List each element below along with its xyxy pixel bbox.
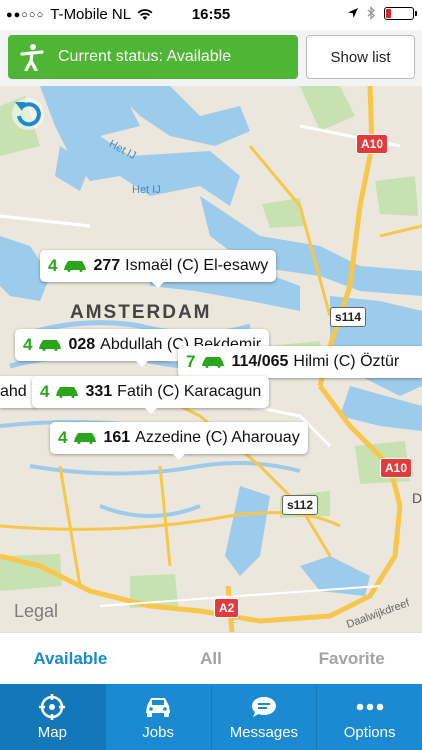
driver-name: Hilmi (C) Öztür: [293, 353, 400, 370]
driver-name: ahd (: [0, 383, 36, 400]
driver-count: 4: [48, 256, 58, 275]
filter-segmented-control: Available All Favorite: [0, 632, 422, 685]
status-icons: [347, 6, 417, 20]
tab-bar: Map Jobs Messages Options: [0, 684, 422, 750]
driver-number: 331: [85, 383, 113, 400]
car-icon: [74, 433, 97, 444]
refresh-location-icon: [12, 98, 44, 130]
city-label: AMSTERDAM: [70, 302, 212, 323]
driver-name: Fatih (C) Karacagun: [117, 383, 262, 400]
driver-marker[interactable]: 4 161 Azzedine (C) Aharouay: [50, 422, 308, 460]
tab-label: Map: [37, 723, 67, 741]
person-icon: [20, 44, 44, 71]
top-bar: Current status: Available Show list: [0, 30, 422, 86]
car-icon: [56, 387, 79, 398]
driver-name: Ismaël (C) El-esawy: [125, 257, 269, 274]
status-bar: ●●○○○ T-Mobile NL 16:55: [0, 0, 422, 30]
legal-link[interactable]: Legal: [14, 601, 58, 622]
tab-jobs[interactable]: Jobs: [106, 684, 212, 750]
road-shield-a2: A2: [214, 598, 240, 618]
road-shield-s112: s112: [282, 495, 319, 515]
water-label: Het IJ: [132, 184, 161, 196]
bluetooth-icon: [367, 6, 375, 20]
tab-label: Jobs: [142, 723, 174, 741]
show-list-button[interactable]: Show list: [306, 35, 415, 79]
driver-number: 114/065: [231, 353, 289, 370]
car-icon: [39, 340, 62, 351]
driver-number: 161: [103, 429, 131, 446]
driver-count: 7: [186, 352, 196, 371]
recenter-location-button[interactable]: [10, 96, 46, 132]
car-icon: [202, 357, 225, 368]
map-view[interactable]: Het IJ Het IJ AMSTERDAM A10 s114 A10 s11…: [0, 86, 422, 632]
tab-options[interactable]: Options: [317, 684, 422, 750]
current-status-label: Current status: Available: [58, 48, 232, 65]
more-dots-icon: [356, 703, 383, 710]
driver-name: Azzedine (C) Aharouay: [135, 429, 300, 446]
road-shield-s114: s114: [330, 307, 367, 327]
filter-all[interactable]: All: [141, 633, 282, 685]
current-status-button[interactable]: Current status: Available: [8, 35, 298, 79]
tab-messages[interactable]: Messages: [212, 684, 318, 750]
driver-marker-partial[interactable]: ahd (: [0, 376, 36, 408]
filter-favorite[interactable]: Favorite: [281, 633, 422, 685]
driver-marker[interactable]: 4 331 Fatih (C) Karacagun: [32, 376, 270, 414]
compass-icon: [39, 693, 66, 720]
driver-number: 277: [93, 257, 121, 274]
driver-marker[interactable]: 4 277 Ismaël (C) El-esawy: [40, 250, 277, 288]
map-poi-letter: D: [412, 490, 422, 506]
car-icon: [146, 697, 171, 717]
tab-label: Options: [343, 723, 396, 741]
driver-count: 4: [58, 428, 68, 447]
driver-number: 028: [68, 336, 96, 353]
filter-available[interactable]: Available: [0, 633, 141, 685]
driver-marker[interactable]: 7 114/065 Hilmi (C) Öztür: [178, 346, 422, 378]
battery-icon: [384, 6, 417, 20]
chat-bubble-icon: [251, 696, 276, 717]
road-shield-a10: A10: [356, 134, 389, 154]
car-icon: [64, 261, 87, 272]
driver-count: 4: [40, 382, 50, 401]
tab-map[interactable]: Map: [0, 684, 106, 750]
location-arrow-icon: [348, 8, 358, 18]
road-shield-a10: A10: [380, 458, 413, 478]
driver-count: 4: [23, 335, 33, 354]
tab-label: Messages: [229, 723, 299, 741]
